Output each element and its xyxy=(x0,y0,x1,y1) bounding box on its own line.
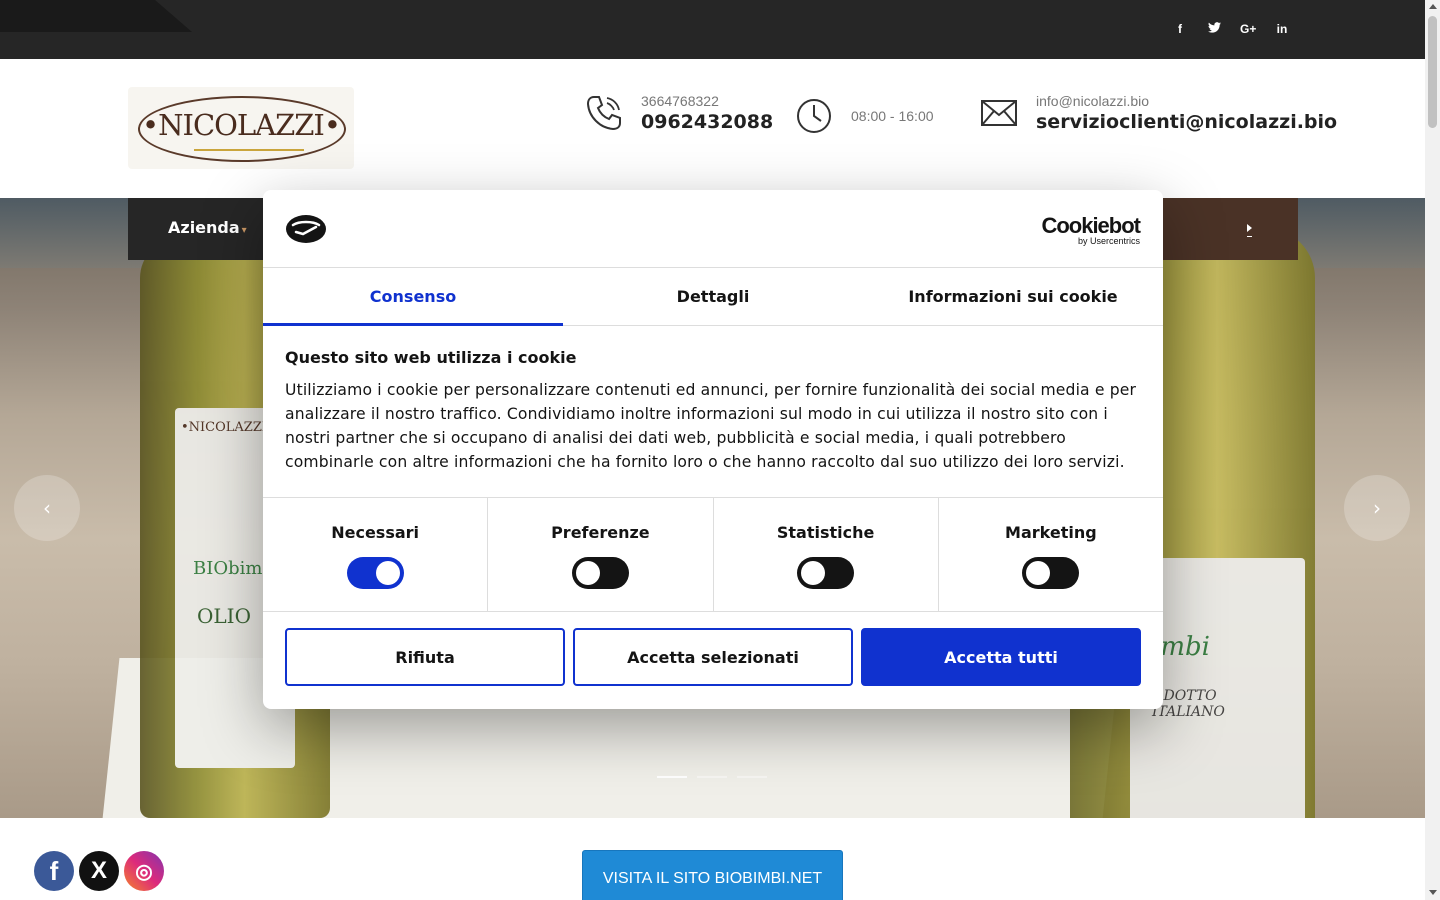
reject-button[interactable]: Rifiuta xyxy=(285,628,565,686)
marketing-toggle[interactable] xyxy=(1022,557,1080,589)
slider-dot-3[interactable] xyxy=(737,776,767,778)
accept-all-button[interactable]: Accetta tutti xyxy=(861,628,1141,686)
category-label: Marketing xyxy=(1005,523,1097,542)
cookie-description: Utilizziamo i cookie per personalizzare … xyxy=(285,381,1137,471)
category-statistiche: Statistiche xyxy=(714,498,939,611)
top-bar-tab xyxy=(0,0,192,32)
logo-underline xyxy=(194,149,304,151)
category-necessari: Necessari xyxy=(263,498,489,611)
top-social-links: f G+ in xyxy=(1172,22,1290,36)
opening-hours: 08:00 - 16:00 xyxy=(851,108,934,124)
caret-down-icon: ▾ xyxy=(241,225,247,236)
contact-email: info@nicolazzi.bio servizioclienti@nicol… xyxy=(980,93,1337,133)
nav-item-label: Azienda xyxy=(168,218,240,237)
facebook-icon: f xyxy=(49,855,59,886)
bottle-left-word2: OLIO xyxy=(197,604,251,628)
cookie-consent-dialog: Cookiebot by Usercentrics Consenso Detta… xyxy=(263,190,1163,709)
phone-mobile[interactable]: 3664768322 xyxy=(641,93,773,109)
nav-extra-menu[interactable] xyxy=(1153,198,1298,260)
contact-phone: 3664768322 0962432088 xyxy=(585,93,773,133)
category-label: Preferenze xyxy=(551,523,650,542)
linkedin-icon[interactable]: in xyxy=(1274,22,1290,36)
facebook-icon[interactable]: f xyxy=(1172,22,1188,36)
tab-consenso[interactable]: Consenso xyxy=(263,268,563,326)
category-label: Necessari xyxy=(331,523,420,542)
x-icon: X xyxy=(90,857,107,884)
email-info[interactable]: info@nicolazzi.bio xyxy=(1036,93,1337,109)
tab-informazioni[interactable]: Informazioni sui cookie xyxy=(863,268,1163,325)
accept-selected-button[interactable]: Accetta selezionati xyxy=(573,628,853,686)
facebook-button[interactable]: f xyxy=(34,851,74,891)
tab-dettagli[interactable]: Dettagli xyxy=(563,268,863,325)
email-service[interactable]: servizioclienti@nicolazzi.bio xyxy=(1036,111,1337,133)
clock-icon xyxy=(795,97,833,135)
category-label: Statistiche xyxy=(776,523,875,542)
slider-dot-2[interactable] xyxy=(697,776,727,778)
phone-landline[interactable]: 0962432088 xyxy=(641,111,773,133)
slider-dot-1[interactable] xyxy=(657,776,687,778)
chevron-right-icon: › xyxy=(1373,496,1381,520)
contact-hours: 08:00 - 16:00 xyxy=(795,97,934,135)
page-scrollbar[interactable] xyxy=(1425,0,1440,900)
visit-biobimbi-button[interactable]: VISITA IL SITO BIOBIMBI.NET xyxy=(582,850,843,900)
slider-next-button[interactable]: › xyxy=(1344,475,1410,541)
preferenze-toggle[interactable] xyxy=(571,557,629,589)
cookie-categories: Necessari Preferenze Statistiche Marketi… xyxy=(263,498,1163,612)
scrollbar-thumb[interactable] xyxy=(1428,16,1437,128)
top-bar: f G+ in xyxy=(0,0,1425,59)
x-button[interactable]: X xyxy=(79,851,119,891)
slider-prev-button[interactable]: ‹ xyxy=(14,475,80,541)
envelope-icon xyxy=(980,94,1018,132)
instagram-icon: ◎ xyxy=(135,860,153,883)
caret-underline xyxy=(1247,236,1252,237)
google-plus-icon[interactable]: G+ xyxy=(1240,22,1256,36)
cookiebot-brand: Cookiebot by Usercentrics xyxy=(1041,213,1141,246)
twitter-icon[interactable] xyxy=(1206,22,1222,36)
category-marketing: Marketing xyxy=(939,498,1163,611)
scroll-up-icon[interactable] xyxy=(1429,4,1437,9)
cookie-body: Questo sito web utilizza i cookie Utiliz… xyxy=(263,326,1163,498)
toggle-knob xyxy=(801,561,826,585)
site-header: •NICOLAZZI• 3664768322 0962432088 08:00 … xyxy=(0,59,1425,198)
scroll-down-icon[interactable] xyxy=(1429,890,1437,895)
cookie-dialog-header: Cookiebot by Usercentrics xyxy=(263,190,1163,268)
caret-right-icon xyxy=(1247,224,1252,232)
nav-item-azienda[interactable]: Azienda ▾ xyxy=(168,218,247,237)
statistiche-toggle[interactable] xyxy=(797,557,855,589)
cookie-buttons: Rifiuta Accetta selezionati Accetta tutt… xyxy=(263,612,1163,702)
toggle-knob xyxy=(1026,561,1051,585)
necessari-toggle[interactable] xyxy=(346,557,404,589)
logo-text: •NICOLAZZI• xyxy=(142,108,341,142)
bottle-left-brand: •NICOLAZZI xyxy=(181,420,268,435)
phone-icon xyxy=(585,94,623,132)
cookie-title: Questo sito web utilizza i cookie xyxy=(285,348,577,367)
nicolazzi-logo[interactable]: •NICOLAZZI• xyxy=(128,87,354,169)
chevron-left-icon: ‹ xyxy=(43,496,51,520)
category-preferenze: Preferenze xyxy=(488,498,714,611)
toggle-knob xyxy=(375,561,400,585)
toggle-knob xyxy=(575,561,600,585)
instagram-button[interactable]: ◎ xyxy=(124,851,164,891)
cookiebot-logo-icon xyxy=(285,212,327,244)
slider-pagination xyxy=(657,776,767,778)
cookie-tabs: Consenso Dettagli Informazioni sui cooki… xyxy=(263,268,1163,326)
